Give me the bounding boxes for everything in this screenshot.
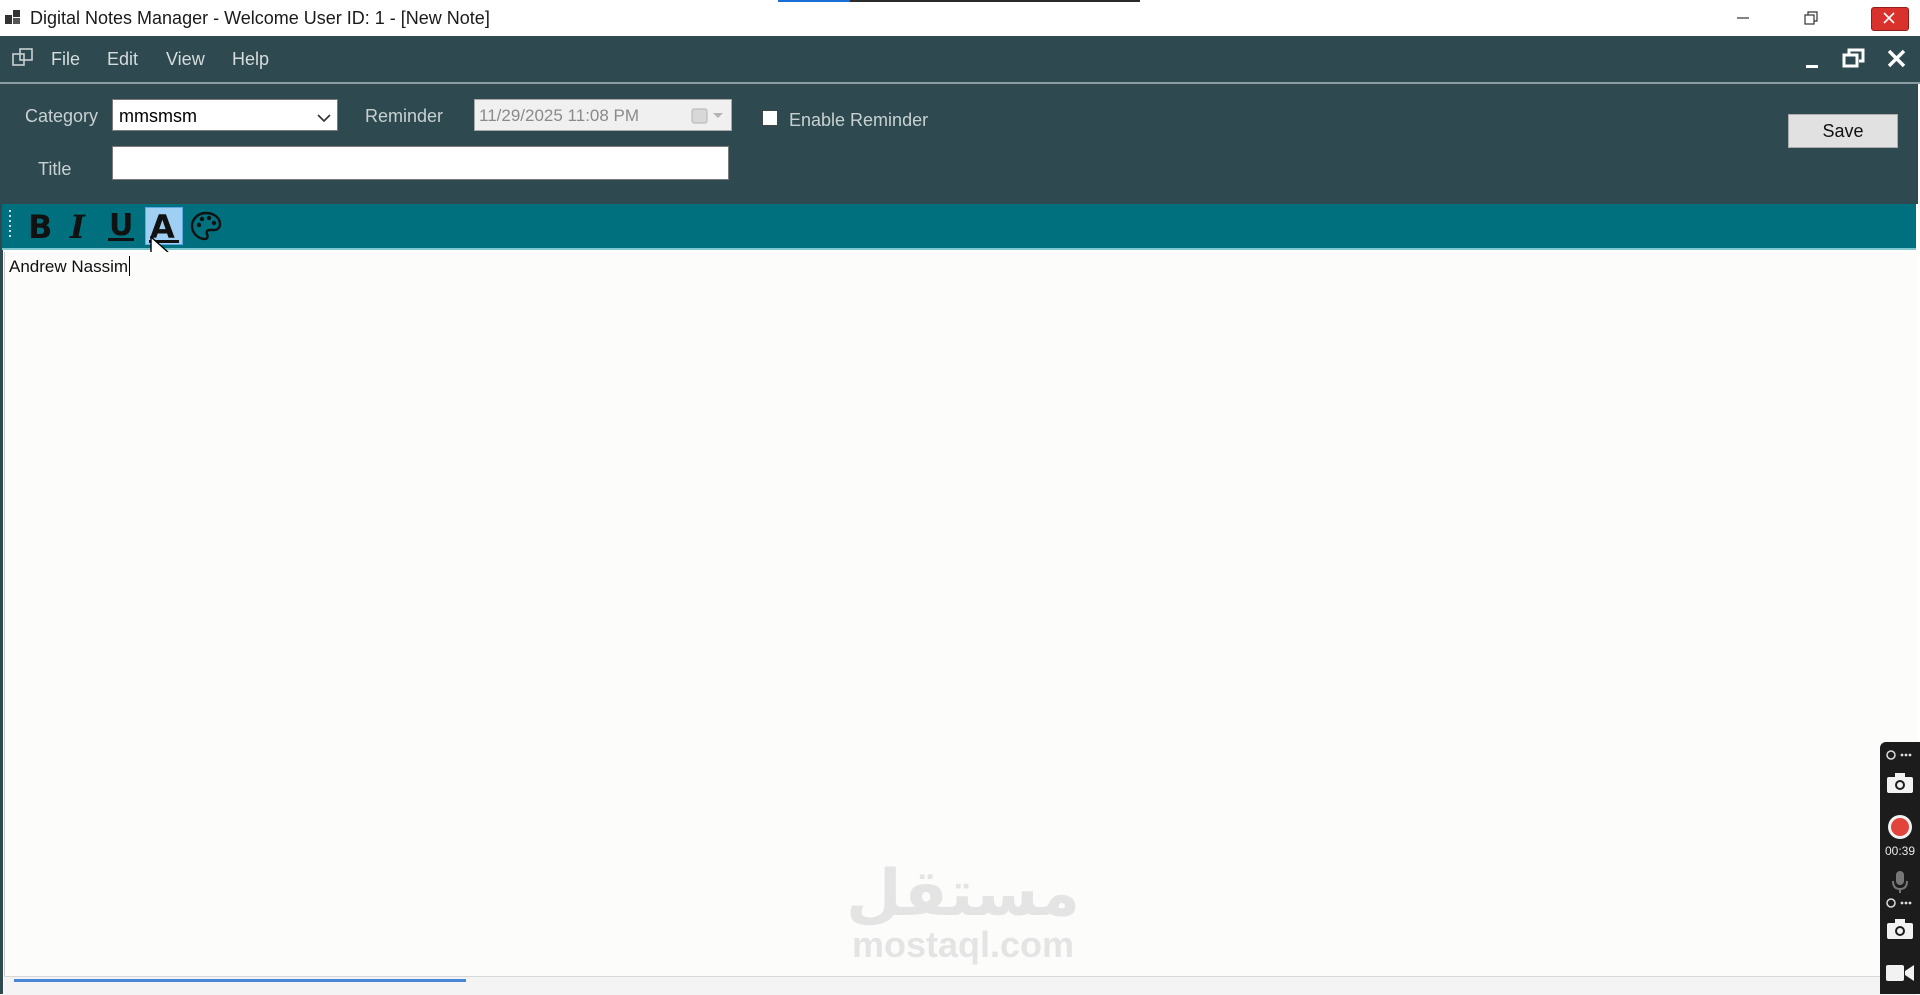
enable-reminder-checkbox[interactable]	[762, 110, 778, 126]
record-icon[interactable]	[1880, 814, 1920, 845]
restore-icon	[1804, 11, 1818, 25]
category-value: mmsmsm	[119, 106, 197, 126]
italic-button[interactable]: I	[62, 207, 100, 245]
watermark-arabic: مستقل	[845, 857, 1081, 931]
calendar-icon[interactable]	[691, 107, 727, 130]
pin-icon[interactable]	[1880, 896, 1920, 914]
child-minimize-button[interactable]	[1799, 46, 1825, 72]
editor-text: Andrew Nassim	[9, 257, 129, 276]
bold-icon: B	[28, 209, 52, 243]
menu-view[interactable]: View	[166, 49, 205, 70]
svg-text:B: B	[28, 209, 52, 243]
child-restore-button[interactable]	[1841, 46, 1867, 72]
toolbar-grip[interactable]	[9, 210, 13, 245]
watermark-latin: mostaql.com	[851, 924, 1075, 965]
reminder-label: Reminder	[365, 106, 444, 126]
underline-icon: U	[108, 209, 134, 243]
text-caret	[129, 256, 131, 276]
category-dropdown[interactable]: mmsmsm	[112, 99, 338, 131]
close-icon	[1883, 12, 1895, 24]
category-label: Category	[25, 106, 99, 126]
top-progress-track	[850, 0, 1140, 2]
title-label: Title	[38, 159, 72, 179]
watermark-logo: مستقل mostaql.com	[843, 862, 1083, 964]
close-icon	[1887, 49, 1906, 68]
mdi-child-icon[interactable]	[12, 48, 34, 73]
window-minimize-button[interactable]	[1720, 0, 1766, 34]
window-close-button[interactable]	[1866, 0, 1912, 34]
screen-recorder-widget: 00:39	[1880, 742, 1920, 994]
palette-button[interactable]	[187, 207, 225, 245]
menu-help[interactable]: Help	[232, 49, 269, 70]
minimize-icon	[1737, 17, 1749, 19]
child-close-button[interactable]	[1884, 46, 1910, 72]
bold-button[interactable]: B	[21, 207, 59, 245]
italic-icon: I	[69, 209, 86, 243]
underline-button[interactable]: U	[102, 207, 140, 245]
menu-bar: File Edit View Help	[0, 36, 1920, 82]
camera-icon[interactable]	[1880, 918, 1920, 945]
top-progress-bar	[778, 0, 850, 2]
format-toolbar: B I U A	[2, 204, 1916, 250]
window-restore-button[interactable]	[1788, 0, 1834, 34]
title-input[interactable]	[112, 146, 729, 180]
palette-icon	[190, 211, 222, 241]
note-form-panel: Category mmsmsm Reminder 11/29/2025 11:0…	[2, 84, 1918, 204]
microphone-icon[interactable]	[1880, 870, 1920, 899]
svg-text:U: U	[109, 209, 133, 243]
enable-reminder-label[interactable]: Enable Reminder	[789, 110, 928, 131]
video-camera-icon[interactable]	[1880, 962, 1920, 989]
bottom-progress-bar	[14, 979, 466, 982]
app-icon	[5, 9, 21, 25]
svg-text:I: I	[69, 209, 86, 243]
camera-icon[interactable]	[1880, 772, 1920, 799]
editor-content[interactable]: Andrew Nassim	[9, 256, 131, 277]
minimize-icon	[1806, 65, 1818, 68]
window-titlebar: Digital Notes Manager - Welcome User ID:…	[0, 0, 1920, 36]
pin-icon[interactable]	[1880, 748, 1920, 766]
window-title: Digital Notes Manager - Welcome User ID:…	[30, 8, 490, 28]
recording-timer: 00:39	[1884, 844, 1916, 858]
reminder-datetime-picker[interactable]: 11/29/2025 11:08 PM	[474, 99, 732, 131]
chevron-down-icon[interactable]	[317, 110, 331, 128]
menu-edit[interactable]: Edit	[107, 49, 138, 70]
save-button[interactable]: Save	[1788, 114, 1898, 148]
reminder-value: 11/29/2025 11:08 PM	[479, 106, 640, 125]
menu-file[interactable]: File	[51, 49, 80, 70]
restore-icon	[1842, 48, 1865, 68]
